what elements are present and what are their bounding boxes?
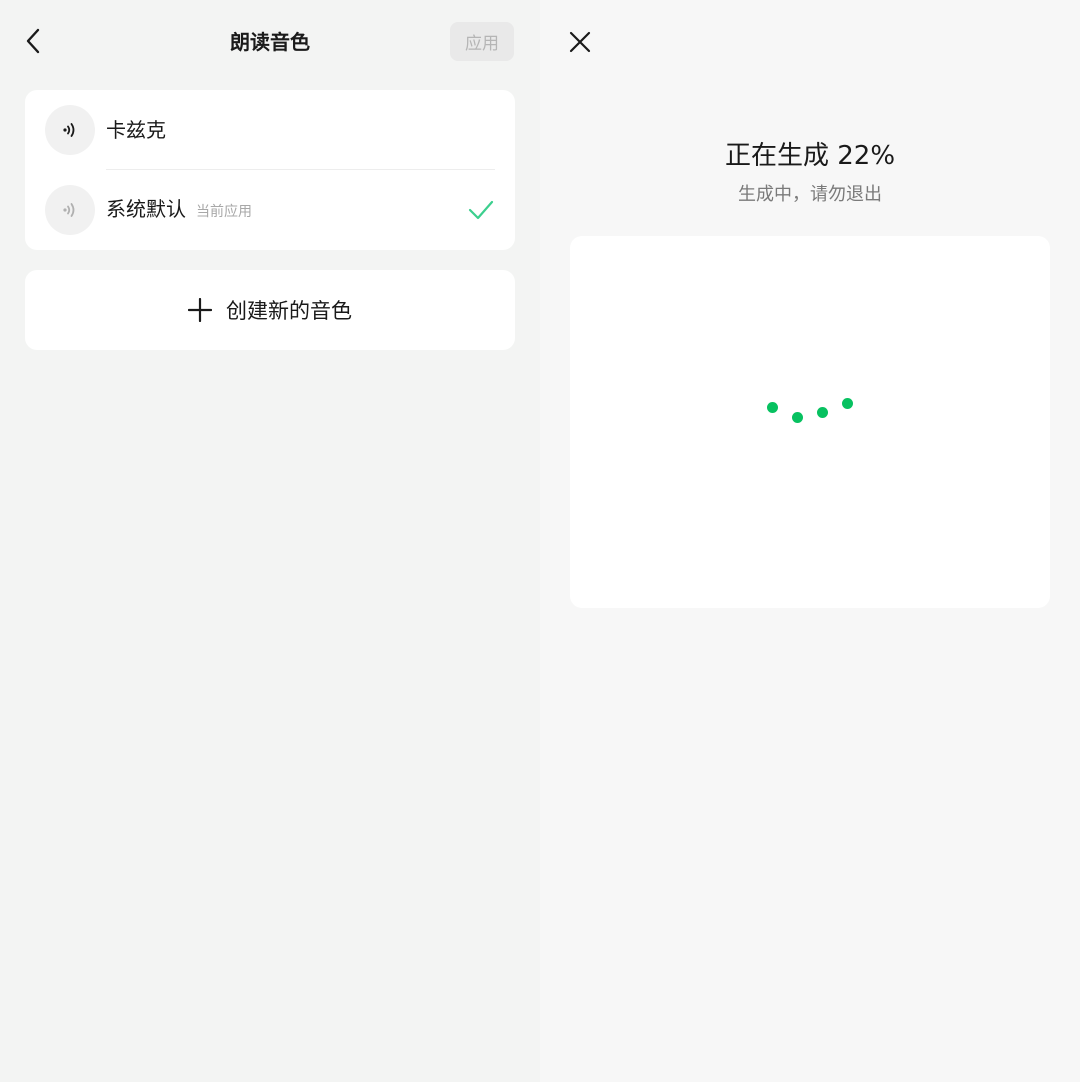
- voice-avatar: [45, 105, 95, 155]
- sound-wave-icon: [63, 123, 75, 137]
- check-icon: [468, 200, 494, 220]
- close-icon[interactable]: [564, 26, 596, 58]
- voice-item-system-default[interactable]: 系统默认 当前应用: [25, 170, 515, 250]
- voice-item-kazike[interactable]: 卡兹克: [25, 90, 515, 170]
- sound-wave-icon: [63, 203, 75, 217]
- generating-title: 正在生成 22%: [724, 141, 896, 171]
- apply-button[interactable]: 应用: [450, 22, 514, 61]
- voice-list: 卡兹克 系统默认 当前应用: [25, 90, 515, 250]
- loading-dot: [767, 402, 778, 413]
- loading-dot: [817, 407, 828, 418]
- voice-settings-panel: 朗读音色 应用 卡兹克 系统默认 当前应用 创建新的音色: [0, 0, 540, 1082]
- voice-name: 系统默认: [106, 196, 186, 221]
- plus-icon: [188, 298, 212, 322]
- current-applied-tag: 当前应用: [196, 203, 252, 220]
- generating-card: [570, 236, 1050, 608]
- create-voice-button[interactable]: 创建新的音色: [25, 270, 515, 350]
- loading-dot: [792, 412, 803, 423]
- create-voice-label: 创建新的音色: [226, 299, 352, 323]
- voice-name-wrap: 系统默认 当前应用: [106, 195, 252, 226]
- loading-dot: [842, 398, 853, 409]
- voice-avatar: [45, 185, 95, 235]
- generating-panel: 正在生成 22% 生成中，请勿退出: [540, 0, 1080, 1082]
- generating-subtitle: 生成中，请勿退出: [738, 184, 882, 205]
- voice-name: 卡兹克: [106, 118, 166, 142]
